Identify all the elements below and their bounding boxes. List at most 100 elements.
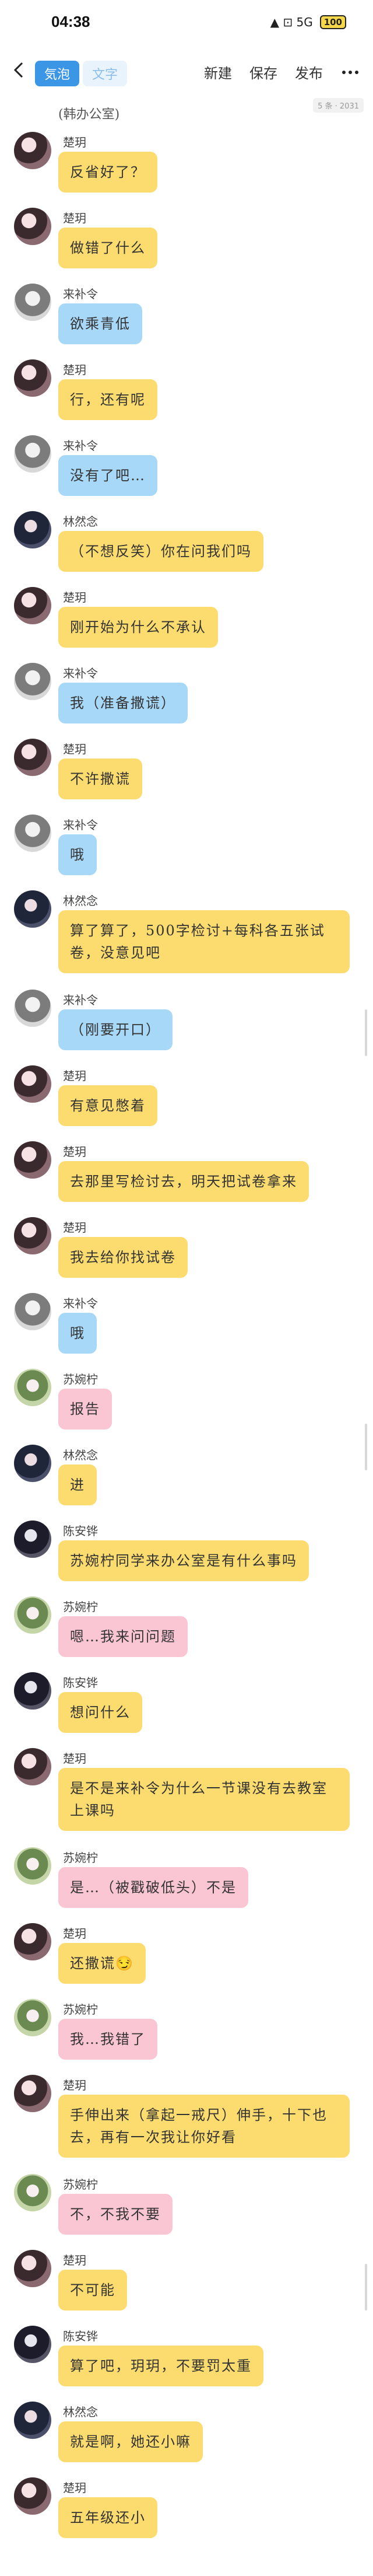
avatar[interactable] bbox=[14, 1999, 51, 2036]
avatar[interactable] bbox=[14, 132, 51, 169]
message-row[interactable]: 苏婉柠 我…我错了 bbox=[0, 1995, 373, 2071]
avatar[interactable] bbox=[14, 663, 51, 700]
message-bubble[interactable]: 苏婉柠同学来办公室是有什么事吗 bbox=[58, 1540, 309, 1581]
message-bubble[interactable]: 嗯…我来问问题 bbox=[58, 1616, 188, 1657]
avatar[interactable] bbox=[14, 1847, 51, 1885]
avatar[interactable] bbox=[14, 990, 51, 1027]
message-bubble[interactable]: 有意见憋着 bbox=[58, 1085, 157, 1126]
message-row[interactable]: 楚玥 五年级还小 bbox=[0, 2474, 373, 2550]
message-bubble[interactable]: 是不是来补令为什么一节课没有去教室上课吗 bbox=[58, 1768, 350, 1831]
avatar[interactable] bbox=[14, 284, 51, 321]
avatar[interactable] bbox=[14, 2402, 51, 2439]
message-bubble[interactable]: （刚要开口） bbox=[58, 1009, 173, 1050]
publish-button[interactable]: 发布 bbox=[295, 62, 323, 82]
avatar[interactable] bbox=[14, 1748, 51, 1785]
message-row[interactable]: 来补令哦 bbox=[0, 1289, 373, 1365]
avatar[interactable] bbox=[14, 2075, 51, 2112]
new-button[interactable]: 新建 bbox=[204, 62, 232, 82]
avatar[interactable] bbox=[14, 511, 51, 548]
avatar[interactable] bbox=[14, 1141, 51, 1179]
avatar[interactable] bbox=[14, 1923, 51, 1960]
message-bubble[interactable]: 算了吧，玥玥，不要罚太重 bbox=[58, 2346, 263, 2386]
message-row[interactable]: 楚玥 还撒谎😏 bbox=[0, 1920, 373, 1995]
message-row[interactable]: 楚玥 我去给你找试卷 bbox=[0, 1214, 373, 1289]
message-bubble[interactable]: 想问什么 bbox=[58, 1692, 142, 1733]
message-row[interactable]: 来补令哦 bbox=[0, 811, 373, 887]
message-bubble[interactable]: 去那里写检讨去，明天把试卷拿来 bbox=[58, 1161, 309, 1202]
message-bubble[interactable]: 我（准备撒谎） bbox=[58, 683, 188, 723]
avatar[interactable] bbox=[14, 1596, 51, 1634]
avatar[interactable] bbox=[14, 1217, 51, 1254]
message-row[interactable]: 楚玥 手伸出来（拿起一戒尺）伸手，十下也去，再有一次我让你好看 bbox=[0, 2071, 373, 2170]
message-row[interactable]: 林然念 就是啊，她还小嘛 bbox=[0, 2398, 373, 2474]
message-bubble[interactable]: 不可能 bbox=[58, 2270, 127, 2311]
message-row[interactable]: 楚玥 做错了什么 bbox=[0, 204, 373, 280]
message-row[interactable]: 苏婉柠 报告 bbox=[0, 1365, 373, 1441]
more-icon[interactable] bbox=[340, 64, 360, 81]
message-bubble[interactable]: 刚开始为什么不承认 bbox=[58, 607, 218, 648]
message-bubble[interactable]: 是…（被戳破低头）不是 bbox=[58, 1867, 248, 1908]
scrollbar-thumb[interactable] bbox=[365, 1424, 367, 1470]
message-bubble[interactable]: 报告 bbox=[58, 1389, 112, 1429]
message-bubble[interactable]: 哦 bbox=[58, 1313, 97, 1354]
avatar[interactable] bbox=[14, 1445, 51, 1482]
message-row[interactable]: 苏婉柠 嗯…我来问问题 bbox=[0, 1593, 373, 1669]
tab-text[interactable]: 文字 bbox=[83, 61, 128, 86]
avatar[interactable] bbox=[14, 1369, 51, 1406]
avatar[interactable] bbox=[14, 208, 51, 245]
message-bubble[interactable]: 做错了什么 bbox=[58, 228, 157, 268]
message-row[interactable]: 林然念 （不想反笑）你在问我们吗 bbox=[0, 508, 373, 583]
message-bubble[interactable]: 我去给你找试卷 bbox=[58, 1237, 188, 1278]
message-bubble[interactable]: 不许撒谎 bbox=[58, 759, 142, 799]
message-bubble[interactable]: 我…我错了 bbox=[58, 2019, 157, 2060]
avatar[interactable] bbox=[14, 1065, 51, 1103]
avatar[interactable] bbox=[14, 2326, 51, 2363]
avatar[interactable] bbox=[14, 815, 51, 852]
avatar[interactable] bbox=[14, 1672, 51, 1710]
message-bubble[interactable]: 哦 bbox=[58, 834, 97, 875]
message-bubble[interactable]: 就是啊，她还小嘛 bbox=[58, 2421, 203, 2462]
avatar[interactable] bbox=[14, 1521, 51, 1558]
message-row[interactable]: 楚玥 是不是来补令为什么一节课没有去教室上课吗 bbox=[0, 1745, 373, 1844]
scrollbar-thumb[interactable] bbox=[365, 2264, 367, 2311]
message-bubble[interactable]: 行，还有呢 bbox=[58, 379, 157, 420]
message-bubble[interactable]: 不，不我不要 bbox=[58, 2194, 173, 2235]
avatar[interactable] bbox=[14, 890, 51, 928]
avatar[interactable] bbox=[14, 587, 51, 624]
message-row[interactable]: 林然念 算了算了，500字检讨+每科各五张试卷，没意见吧 bbox=[0, 887, 373, 986]
message-row[interactable]: 陈安铧 算了吧，玥玥，不要罚太重 bbox=[0, 2322, 373, 2398]
avatar[interactable] bbox=[14, 2174, 51, 2211]
message-row[interactable]: 苏婉柠 是…（被戳破低头）不是 bbox=[0, 1844, 373, 1920]
save-button[interactable]: 保存 bbox=[249, 62, 277, 82]
message-bubble[interactable]: 还撒谎😏 bbox=[58, 1943, 146, 1984]
message-row[interactable]: 楚玥 反省好了？ bbox=[0, 128, 373, 204]
message-row[interactable]: 来补令 欲乘青低 bbox=[0, 280, 373, 356]
message-row[interactable]: 来补令 （刚要开口） bbox=[0, 986, 373, 1062]
message-row[interactable]: 楚玥 去那里写检讨去，明天把试卷拿来 bbox=[0, 1138, 373, 1214]
message-bubble[interactable]: （不想反笑）你在问我们吗 bbox=[58, 531, 263, 572]
message-row[interactable]: 陈安铧 想问什么 bbox=[0, 1669, 373, 1745]
avatar[interactable] bbox=[14, 2250, 51, 2287]
message-row[interactable]: 楚玥 有意见憋着 bbox=[0, 1062, 373, 1138]
tab-bubble[interactable]: 気泡 bbox=[35, 61, 80, 86]
message-bubble[interactable]: 没有了吧… bbox=[58, 455, 157, 496]
avatar[interactable] bbox=[14, 435, 51, 473]
avatar[interactable] bbox=[14, 359, 51, 397]
message-row[interactable]: 来补令 没有了吧… bbox=[0, 432, 373, 508]
message-bubble[interactable]: 手伸出来（拿起一戒尺）伸手，十下也去，再有一次我让你好看 bbox=[58, 2095, 350, 2158]
message-row[interactable]: 楚玥 刚开始为什么不承认 bbox=[0, 583, 373, 659]
message-bubble[interactable]: 反省好了？ bbox=[58, 152, 157, 193]
avatar[interactable] bbox=[14, 2477, 51, 2515]
message-row[interactable]: 苏婉柠 不，不我不要 bbox=[0, 2170, 373, 2246]
back-arrow-icon[interactable] bbox=[8, 60, 29, 81]
message-row[interactable]: 楚玥 行，还有呢 bbox=[0, 356, 373, 432]
message-row[interactable]: 陈安铧 苏婉柠同学来办公室是有什么事吗 bbox=[0, 1517, 373, 1593]
message-row[interactable]: 楚玥 不可能 bbox=[0, 2246, 373, 2322]
scrollbar-thumb[interactable] bbox=[365, 1009, 367, 1056]
message-row[interactable]: 楚玥 不许撒谎 bbox=[0, 735, 373, 811]
message-row[interactable]: 林然念进 bbox=[0, 1441, 373, 1517]
avatar[interactable] bbox=[14, 739, 51, 776]
message-bubble[interactable]: 欲乘青低 bbox=[58, 303, 142, 344]
message-bubble[interactable]: 进 bbox=[58, 1464, 97, 1505]
message-bubble[interactable]: 五年级还小 bbox=[58, 2497, 157, 2538]
